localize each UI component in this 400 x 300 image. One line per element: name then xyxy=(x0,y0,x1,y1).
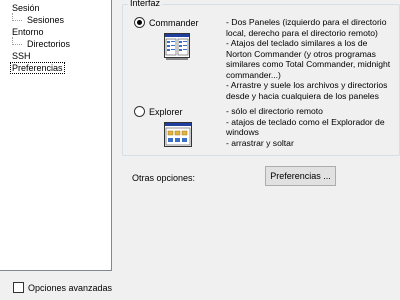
tree-item-directories[interactable]: Directorios xyxy=(25,38,72,50)
preferences-dialog: Sesión Sesiones Entorno Directorios SSH … xyxy=(0,0,400,300)
settings-tree[interactable]: Sesión Sesiones Entorno Directorios SSH … xyxy=(0,0,112,271)
commander-desc-line: similares como Total Commander, midnight xyxy=(226,59,391,69)
explorer-desc-line: - sólo el directorio remoto xyxy=(226,106,323,116)
commander-desc-line: desde y hacia cualquiera de los paneles xyxy=(226,90,379,101)
commander-desc-line: commander...) xyxy=(226,69,281,80)
commander-desc-line: Norton Commander (y otros programas xyxy=(226,48,376,59)
preferences-button[interactable]: Preferencias ... xyxy=(265,166,336,186)
other-options-label: Otras opciones: xyxy=(132,173,196,183)
tree-item-ssh[interactable]: SSH xyxy=(10,50,33,62)
tree-item-sessions[interactable]: Sesiones xyxy=(25,14,66,26)
explorer-radio-row[interactable]: Explorer xyxy=(134,106,183,117)
commander-description: - Dos Paneles (izquierdo para el directo… xyxy=(226,17,390,101)
commander-desc-line: local, derecho para el directorio remoto… xyxy=(226,27,378,38)
explorer-description: - sólo el directorio remoto - atajos de … xyxy=(226,106,385,148)
commander-radio-row[interactable]: Commander xyxy=(134,17,199,28)
interface-group-title: Interfaz xyxy=(128,0,163,8)
explorer-window-icon xyxy=(164,122,192,147)
explorer-desc-line: - atajos de teclado como el Explorador d… xyxy=(226,116,385,127)
tree-item-preferences[interactable]: Preferencias xyxy=(10,62,65,74)
radio-selected-dot xyxy=(137,20,142,25)
explorer-desc-line: - arrastrar y soltar xyxy=(226,137,294,148)
commander-desc-line: - Dos Paneles (izquierdo para el directo… xyxy=(226,17,387,27)
commander-radio[interactable] xyxy=(134,17,145,28)
explorer-label[interactable]: Explorer xyxy=(149,107,183,117)
tree-item-environment[interactable]: Entorno xyxy=(10,26,46,38)
commander-label[interactable]: Commander xyxy=(149,18,199,28)
advanced-options-checkbox[interactable] xyxy=(13,282,24,293)
commander-desc-line: - Arrastre y suele los archivos y direct… xyxy=(226,80,388,90)
advanced-options-checkbox-row[interactable]: Opciones avanzadas xyxy=(13,282,112,293)
advanced-options-label[interactable]: Opciones avanzadas xyxy=(28,283,112,293)
explorer-radio[interactable] xyxy=(134,106,145,117)
commander-window-icon xyxy=(164,33,190,60)
commander-desc-line: - Atajos del teclado similares a los de xyxy=(226,38,368,48)
tree-item-session[interactable]: Sesión xyxy=(10,2,42,14)
explorer-desc-line: windows xyxy=(226,127,259,137)
